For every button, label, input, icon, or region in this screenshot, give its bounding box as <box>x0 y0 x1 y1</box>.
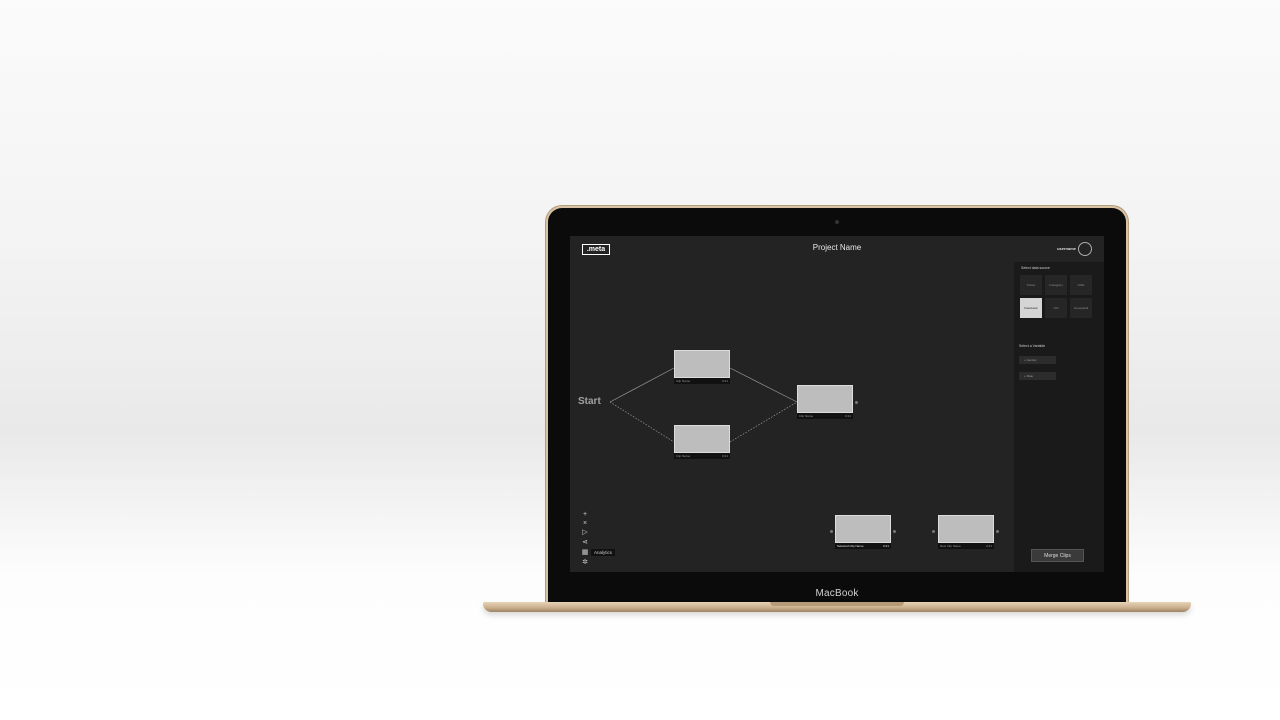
clip-thumbnail <box>938 515 994 543</box>
input-port[interactable] <box>830 530 833 533</box>
laptop-notch <box>770 602 904 606</box>
avatar[interactable] <box>1078 242 1092 256</box>
connector-clip2-clip3 <box>729 401 798 443</box>
clip-footer: New Clip Name 0:21 <box>938 543 994 549</box>
clip-node-3[interactable]: Clip Name 0:21 <box>797 385 853 420</box>
source-aize[interactable]: AIZE <box>1070 275 1092 295</box>
clip-name: Clip Name <box>676 379 691 383</box>
output-port[interactable] <box>996 530 999 533</box>
source-api[interactable]: API <box>1045 298 1067 318</box>
close-icon[interactable]: × <box>580 519 590 528</box>
start-node[interactable]: Start <box>578 396 601 407</box>
connector-clip1-clip3 <box>729 367 798 403</box>
gear-icon[interactable]: ✲ <box>580 558 590 567</box>
clip-thumbnail <box>835 515 891 543</box>
source-twitter[interactable]: Twitter <box>1020 275 1042 295</box>
clip-thumbnail <box>797 385 853 413</box>
clip-node-1[interactable]: Clip Name 0:21 <box>674 350 730 385</box>
variable-heading: Select a Variable <box>1019 344 1046 348</box>
analytics-tooltip: Analytics <box>591 549 616 556</box>
clip-thumbnail <box>674 350 730 378</box>
clip-duration: 0:21 <box>722 379 728 383</box>
camera <box>835 220 839 224</box>
output-port[interactable] <box>855 401 858 404</box>
input-port[interactable] <box>932 530 935 533</box>
merge-clips-button[interactable]: Merge Clips <box>1031 549 1084 562</box>
data-source-grid: Twitter Instagram AIZE Facebook API Geos… <box>1020 275 1096 318</box>
clip-footer: Clip Name 0:21 <box>797 413 853 419</box>
share-icon[interactable]: ⋖ <box>580 538 590 547</box>
clip-footer: Clip Name 0:21 <box>674 378 730 384</box>
output-port[interactable] <box>893 530 896 533</box>
connector-start-clip2 <box>609 401 675 443</box>
variable-male-button[interactable]: + Male <box>1019 372 1056 380</box>
clip-name: Clip Name <box>799 414 814 418</box>
app-screen: .meta Project Name username Start Clip N… <box>570 236 1104 572</box>
clip-duration: 0:21 <box>883 544 889 548</box>
connector-start-clip1 <box>609 367 675 403</box>
clip-duration: 0:21 <box>722 454 728 458</box>
new-clip-node[interactable]: New Clip Name 0:21 <box>938 515 994 550</box>
source-instagram[interactable]: Instagram <box>1045 275 1067 295</box>
source-geospatial[interactable]: Geospatial <box>1070 298 1092 318</box>
analytics-icon[interactable]: ▦ <box>580 548 590 557</box>
clip-name: Clip Name <box>676 454 691 458</box>
clip-footer: Selected Clip Name 0:21 <box>835 543 891 549</box>
right-sidebar: Select data source Twitter Instagram AIZ… <box>1014 262 1104 572</box>
clip-duration: 0:21 <box>845 414 851 418</box>
play-icon[interactable]: ▷ <box>580 528 590 537</box>
data-source-heading: Select data source <box>1021 266 1050 270</box>
device-label: MacBook <box>815 588 859 599</box>
selected-clip-node[interactable]: Selected Clip Name 0:21 <box>835 515 891 550</box>
variable-gender-button[interactable]: + Gender <box>1019 356 1056 364</box>
clip-name: New Clip Name <box>940 544 961 548</box>
source-facebook[interactable]: Facebook <box>1020 298 1042 318</box>
username[interactable]: username <box>1057 246 1076 251</box>
clip-thumbnail <box>674 425 730 453</box>
plus-icon[interactable]: + <box>580 510 590 519</box>
clip-duration: 0:21 <box>986 544 992 548</box>
clip-node-2[interactable]: Clip Name 0:21 <box>674 425 730 460</box>
clip-name: Selected Clip Name <box>837 544 864 548</box>
clip-footer: Clip Name 0:21 <box>674 453 730 459</box>
